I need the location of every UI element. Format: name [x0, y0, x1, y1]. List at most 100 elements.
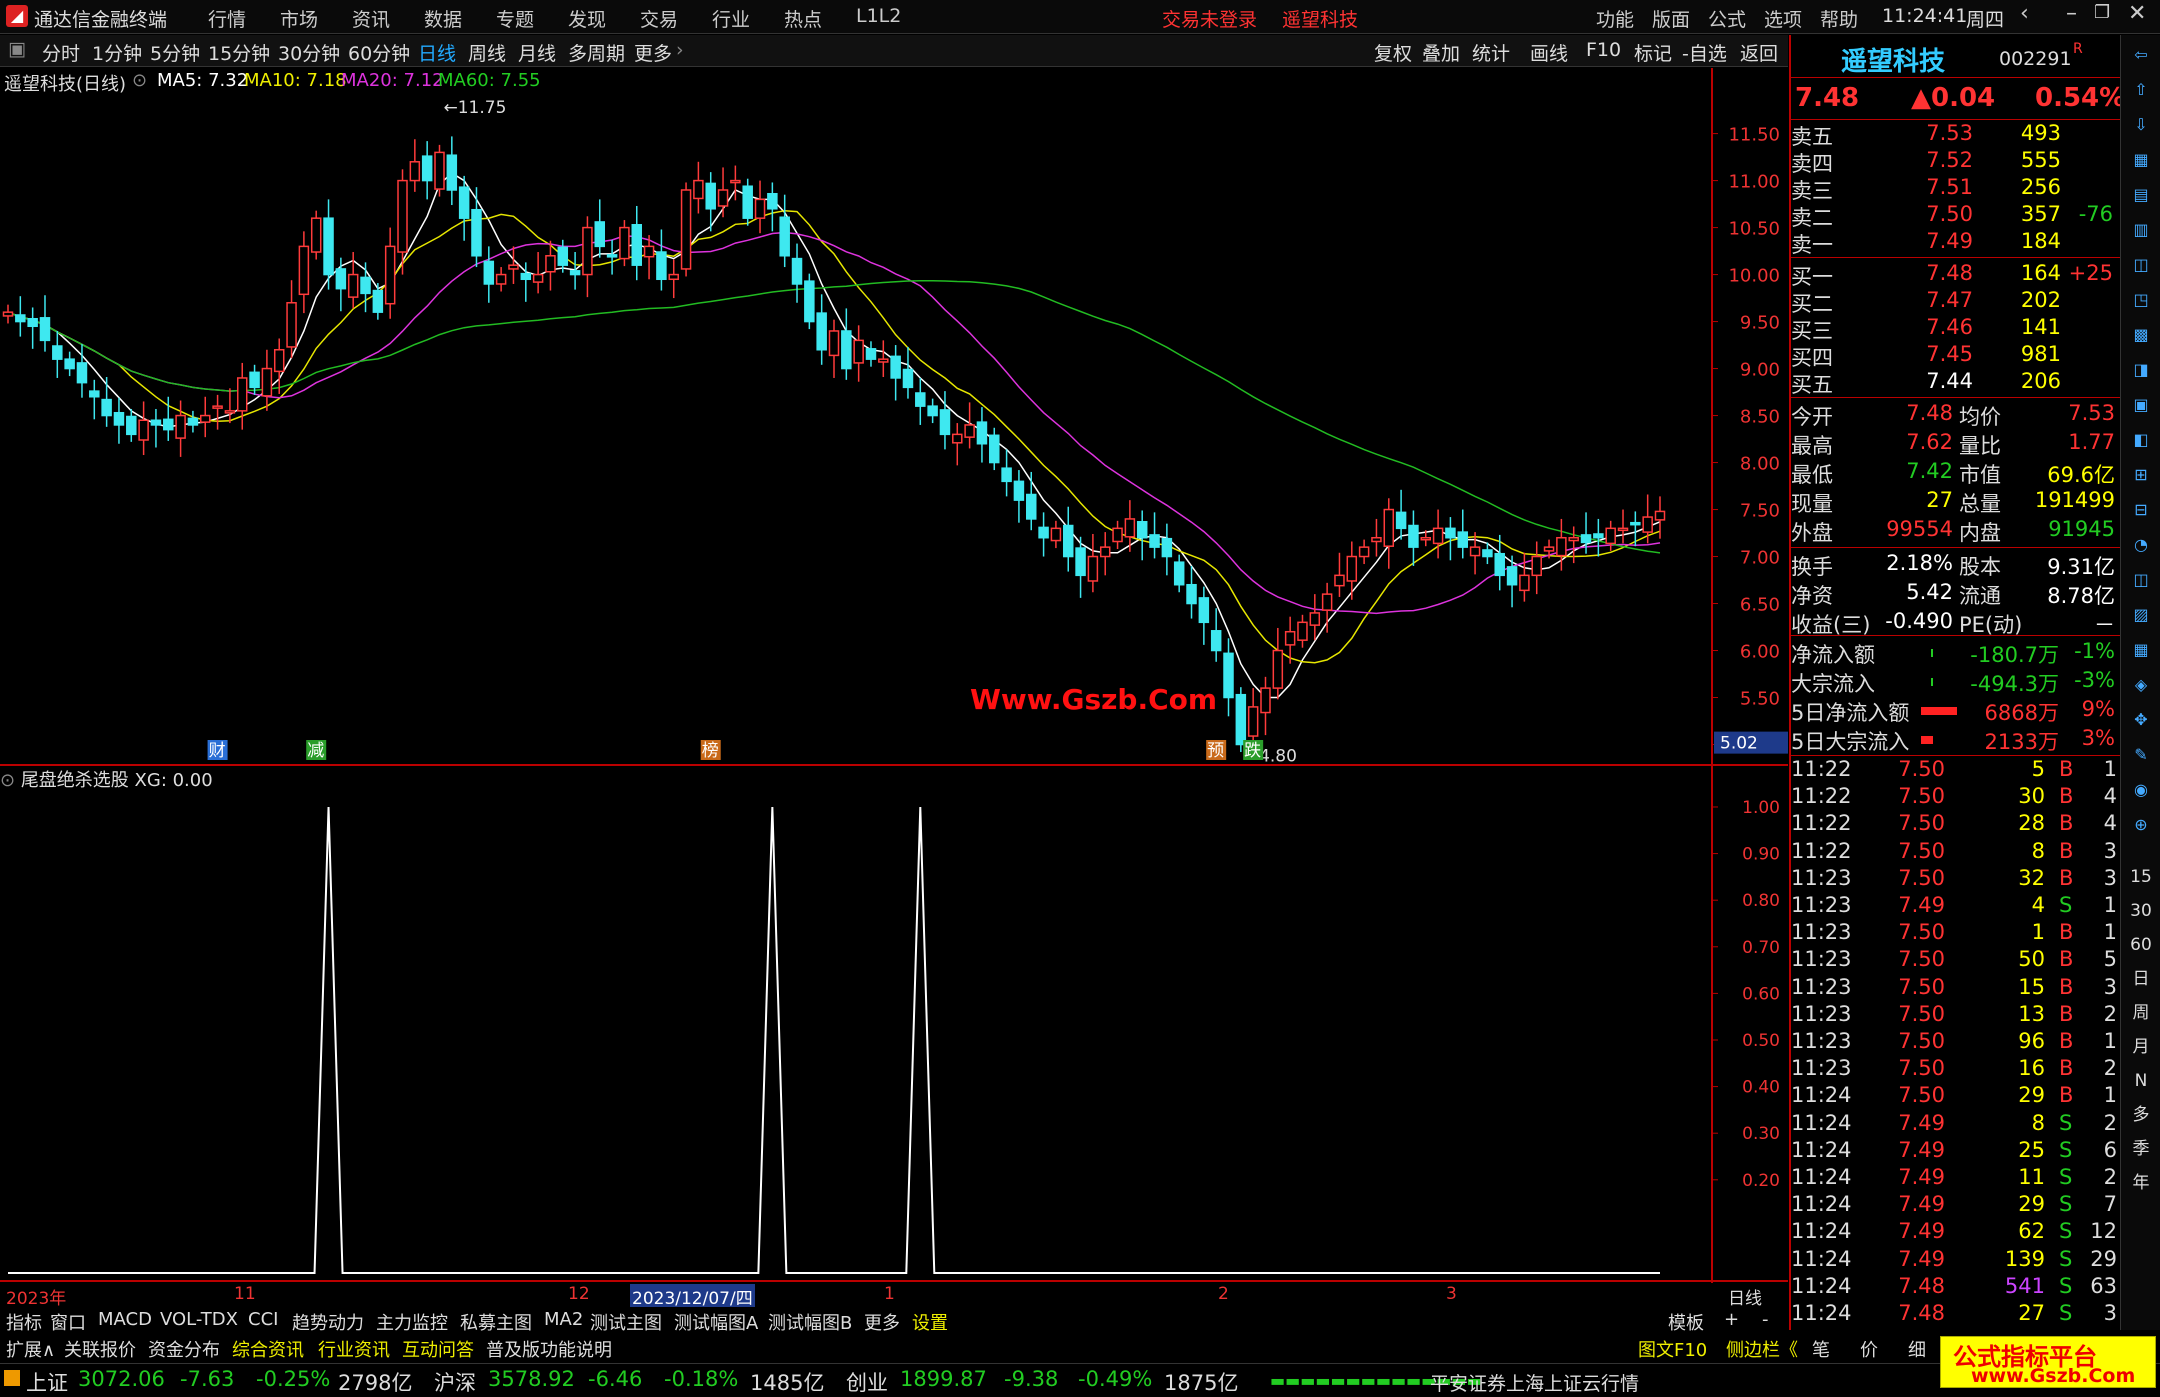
menu-banmian[interactable]: 版面 — [1652, 5, 1690, 32]
side-tool-icon[interactable]: ▥ — [2129, 218, 2153, 242]
tab-pujiban[interactable]: 普及版功能说明 — [486, 1336, 612, 1362]
side-period-button[interactable]: 30 — [2129, 899, 2153, 923]
side-tool-icon[interactable]: ▤ — [2129, 183, 2153, 207]
tab-gengduo[interactable]: 更多 — [864, 1309, 900, 1335]
period-multi[interactable]: 多周期 — [568, 39, 625, 66]
login-status[interactable]: 交易未登录 — [1162, 5, 1257, 32]
tick-row[interactable]: 11:22 7.50 5 B 1 — [1791, 757, 2121, 785]
side-period-button[interactable]: 15 — [2129, 865, 2153, 889]
toolbar-menu-icon[interactable]: ▣ — [8, 38, 26, 60]
period-fenshi[interactable]: 分时 — [42, 39, 80, 66]
menu-hangqing[interactable]: 行情 — [208, 5, 246, 32]
tick-row[interactable]: 11:24 7.50 29 B 1 — [1791, 1083, 2121, 1111]
side-tool-icon[interactable]: ▨ — [2129, 603, 2153, 627]
period-1min[interactable]: 1分钟 — [92, 39, 142, 66]
tick-row[interactable]: 11:24 7.49 11 S 2 — [1791, 1165, 2121, 1193]
tick-row[interactable]: 11:23 7.50 96 B 1 — [1791, 1029, 2121, 1057]
btn-fanhui[interactable]: 返回 — [1740, 39, 1778, 66]
side-tool-icon[interactable]: ⊕ — [2129, 813, 2153, 837]
tick-row[interactable]: 11:24 7.49 29 S 7 — [1791, 1192, 2121, 1220]
tick-row[interactable]: 11:22 7.50 28 B 4 — [1791, 811, 2121, 839]
side-period-button[interactable]: 60 — [2129, 933, 2153, 957]
tab-ceshi-futu-a[interactable]: 测试幅图A — [674, 1309, 758, 1335]
tab-cebianlan[interactable]: 侧边栏《 — [1726, 1336, 1798, 1362]
menu-faxian[interactable]: 发现 — [568, 5, 606, 32]
flow-row[interactable]: 5日净流入额 6868万 9% — [1791, 697, 2121, 725]
btn-fuquan[interactable]: 复权 — [1374, 39, 1412, 66]
tick-row[interactable]: 11:23 7.50 15 B 3 — [1791, 975, 2121, 1003]
btn-zixuan[interactable]: -自选 — [1682, 39, 1727, 66]
flow-row[interactable]: 大宗流入 -494.3万 -3% — [1791, 668, 2121, 696]
flow-row[interactable]: 净流入额 -180.7万 -1% — [1791, 639, 2121, 667]
side-tool-icon[interactable]: ⇧ — [2129, 78, 2153, 102]
bid-level[interactable]: 买二 7.47 202 — [1791, 288, 2121, 316]
menu-hangye[interactable]: 行业 — [712, 5, 750, 32]
period-5min[interactable]: 5分钟 — [150, 39, 200, 66]
stat-row[interactable]: 外盘 99554 内盘 91945 — [1791, 517, 2121, 545]
tick-row[interactable]: 11:23 7.50 1 B 1 — [1791, 920, 2121, 948]
period-60min[interactable]: 60分钟 — [348, 39, 410, 66]
tab-jia[interactable]: 价 — [1860, 1336, 1878, 1362]
period-daily[interactable]: 日线 — [418, 39, 456, 66]
period-monthly[interactable]: 月线 — [518, 39, 556, 66]
side-period-button[interactable]: 多 — [2129, 1103, 2153, 1127]
tab-macd[interactable]: MACD — [98, 1309, 152, 1330]
tab-xi[interactable]: 细 — [1908, 1336, 1926, 1362]
btn-f10[interactable]: F10 — [1586, 39, 1621, 61]
menu-gongneng[interactable]: 功能 — [1596, 5, 1634, 32]
tick-row[interactable]: 11:23 7.50 50 B 5 — [1791, 947, 2121, 975]
menu-redian[interactable]: 热点 — [784, 5, 822, 32]
maximize-icon[interactable]: ❐ — [2094, 2, 2110, 23]
stat-row[interactable]: 现量 27 总量 191499 — [1791, 488, 2121, 516]
ask-level[interactable]: 卖二 7.50 357 -76 — [1791, 202, 2121, 230]
menu-bangzhu[interactable]: 帮助 — [1820, 5, 1858, 32]
zoom-out-button[interactable]: - — [1762, 1309, 1769, 1330]
side-tool-icon[interactable]: ◈ — [2129, 673, 2153, 697]
bid-level[interactable]: 买五 7.44 206 — [1791, 369, 2121, 397]
menu-shuju[interactable]: 数据 — [424, 5, 462, 32]
side-tool-icon[interactable]: ⊟ — [2129, 498, 2153, 522]
side-tool-icon[interactable]: ▦ — [2129, 638, 2153, 662]
side-period-button[interactable]: 年 — [2129, 1171, 2153, 1195]
tab-moban[interactable]: 模板 — [1668, 1309, 1704, 1335]
back-icon[interactable]: ‹ — [2020, 1, 2029, 26]
btn-tongji[interactable]: 统计 — [1472, 39, 1510, 66]
menu-shichang[interactable]: 市场 — [280, 5, 318, 32]
btn-diejia[interactable]: 叠加 — [1422, 39, 1460, 66]
sh-name[interactable]: 上证 — [26, 1367, 68, 1397]
side-tool-icon[interactable]: ◫ — [2129, 253, 2153, 277]
tick-row[interactable]: 11:24 7.49 25 S 6 — [1791, 1138, 2121, 1166]
menu-zixun[interactable]: 资讯 — [352, 5, 390, 32]
period-15min[interactable]: 15分钟 — [208, 39, 270, 66]
tab-vol-tdx[interactable]: VOL-TDX — [160, 1309, 238, 1330]
stat2-row[interactable]: 收益(三) -0.490 PE(动) － — [1791, 609, 2121, 637]
tab-zijin[interactable]: 资金分布 — [148, 1336, 220, 1362]
sz-name[interactable]: 沪深 — [434, 1367, 476, 1397]
side-tool-icon[interactable]: ◔ — [2129, 533, 2153, 557]
tab-ceshi-zhutu[interactable]: 测试主图 — [590, 1309, 662, 1335]
tick-row[interactable]: 11:24 7.48 27 S 3 — [1791, 1301, 2121, 1329]
tick-row[interactable]: 11:23 7.50 13 B 2 — [1791, 1002, 2121, 1030]
stat-row[interactable]: 最低 7.42 市值 69.6亿 — [1791, 459, 2121, 487]
stat2-row[interactable]: 净资 5.42 流通 8.78亿 — [1791, 580, 2121, 608]
side-tool-icon[interactable]: ⊞ — [2129, 463, 2153, 487]
tab-zonghe[interactable]: 综合资讯 — [232, 1336, 304, 1362]
close-icon[interactable]: ✕ — [2128, 1, 2146, 26]
side-period-button[interactable]: N — [2129, 1069, 2153, 1093]
side-period-button[interactable]: 季 — [2129, 1137, 2153, 1161]
side-tool-icon[interactable]: ▩ — [2129, 323, 2153, 347]
side-period-button[interactable]: 日 — [2129, 967, 2153, 991]
tick-row[interactable]: 11:24 7.49 8 S 2 — [1791, 1111, 2121, 1139]
tick-row[interactable]: 11:22 7.50 8 B 3 — [1791, 839, 2121, 867]
side-tool-icon[interactable]: ▦ — [2129, 148, 2153, 172]
ask-level[interactable]: 卖三 7.51 256 — [1791, 175, 2121, 203]
tick-row[interactable]: 11:22 7.50 30 B 4 — [1791, 784, 2121, 812]
btn-biaoji[interactable]: 标记 — [1634, 39, 1672, 66]
tab-bi[interactable]: 笔 — [1812, 1336, 1830, 1362]
stat-row[interactable]: 最高 7.62 量比 1.77 — [1791, 430, 2121, 458]
tab-f10[interactable]: 图文F10 — [1638, 1336, 1707, 1362]
tab-ceshi-futu-b[interactable]: 测试幅图B — [768, 1309, 852, 1335]
tab-shezhi[interactable]: 设置 — [912, 1309, 948, 1335]
tick-row[interactable]: 11:24 7.49 139 S 29 — [1791, 1247, 2121, 1275]
cy-name[interactable]: 创业 — [846, 1367, 888, 1397]
